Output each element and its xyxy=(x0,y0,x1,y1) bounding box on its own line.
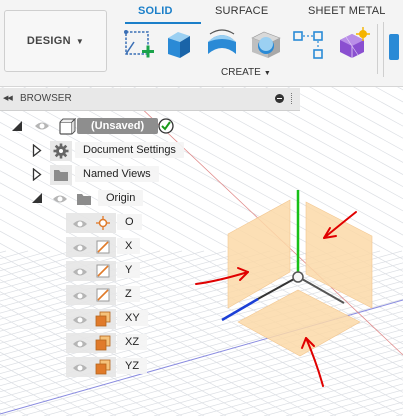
browser-title: BROWSER xyxy=(20,93,72,104)
triangle-collapsed-icon[interactable] xyxy=(32,168,42,181)
browser-item-label: Document Settings xyxy=(75,142,184,158)
plane-icon xyxy=(95,311,111,332)
origin-point-icon xyxy=(95,215,111,236)
create-menu-label: CREATE xyxy=(221,67,261,78)
browser-item-label: YZ xyxy=(117,358,148,374)
origin-child-yz[interactable]: YZ xyxy=(0,357,300,377)
chevron-down-icon: ▼ xyxy=(263,70,271,77)
browser-item-label: O xyxy=(117,214,142,230)
eye-icon[interactable] xyxy=(72,337,88,355)
browser-item-label: XZ xyxy=(117,334,148,350)
active-tab-indicator xyxy=(125,22,201,24)
browser-item-document-settings[interactable]: Document Settings xyxy=(0,141,300,161)
origin-child-xz[interactable]: XZ xyxy=(0,333,300,353)
browser-item-origin[interactable]: Origin xyxy=(0,189,300,209)
browser-item-label: Named Views xyxy=(75,166,159,182)
browser-grip-handle[interactable] xyxy=(291,93,295,104)
tab-solid[interactable]: SOLID xyxy=(138,5,173,17)
tab-surface[interactable]: SURFACE xyxy=(215,5,268,17)
gear-icon xyxy=(53,143,69,159)
component-icon xyxy=(59,118,76,135)
document-name-unsaved: (Unsaved) xyxy=(77,118,159,134)
browser-item-label: Y xyxy=(117,262,141,278)
eye-icon[interactable] xyxy=(72,289,88,307)
browser-root-row[interactable]: (Unsaved) xyxy=(0,117,300,137)
browser-item-named-views[interactable]: Named Views xyxy=(0,165,300,185)
triangle-collapsed-icon[interactable] xyxy=(32,144,42,157)
eye-icon[interactable] xyxy=(72,241,88,259)
axis-icon xyxy=(95,263,111,284)
plane-icon xyxy=(95,335,111,356)
plane-icon xyxy=(95,359,111,380)
axis-icon xyxy=(95,239,111,260)
origin-child-xy[interactable]: XY xyxy=(0,309,300,329)
workspace-switcher-button[interactable]: DESIGN ▼ xyxy=(4,10,107,72)
eye-icon[interactable] xyxy=(72,265,88,283)
chevron-down-icon: ▼ xyxy=(75,36,85,46)
browser-item-label: Z xyxy=(117,286,140,302)
origin-child-z[interactable]: Z xyxy=(0,285,300,305)
extrude-icon[interactable] xyxy=(160,26,196,62)
collapse-browser-icon[interactable]: ◀◀ xyxy=(3,94,13,102)
toolbar-divider xyxy=(377,24,378,74)
create-sketch-icon[interactable] xyxy=(120,26,156,62)
eye-icon[interactable] xyxy=(72,361,88,379)
triangle-expanded-icon[interactable] xyxy=(31,192,43,204)
folder-icon xyxy=(54,170,68,181)
browser-item-label: Origin xyxy=(98,190,144,206)
browser-header: ◀◀ BROWSER xyxy=(0,88,300,111)
minimize-browser-icon[interactable] xyxy=(275,94,284,103)
eye-icon[interactable] xyxy=(72,313,88,331)
create-menu-dropdown[interactable]: CREATE ▼ xyxy=(221,67,271,78)
browser-item-label: XY xyxy=(117,310,148,326)
folder-icon xyxy=(77,194,91,205)
revolve-icon[interactable] xyxy=(204,26,240,62)
triangle-expanded-icon[interactable] xyxy=(11,120,23,132)
eye-icon[interactable] xyxy=(52,193,68,205)
active-checkmark-icon[interactable] xyxy=(158,118,174,134)
eye-icon[interactable] xyxy=(72,217,88,235)
hole-icon[interactable] xyxy=(248,26,284,62)
toolbar: DESIGN ▼ SOLID SURFACE SHEET METAL CREAT… xyxy=(0,0,403,87)
origin-child-x[interactable]: X xyxy=(0,237,300,257)
workspace-label: DESIGN xyxy=(26,35,71,47)
toolbar-next-group xyxy=(383,22,403,77)
eye-icon[interactable] xyxy=(34,120,50,132)
origin-child-y[interactable]: Y xyxy=(0,261,300,281)
tab-sheet-metal[interactable]: SHEET METAL xyxy=(308,5,386,17)
pattern-icon[interactable] xyxy=(290,26,326,62)
browser-item-label: X xyxy=(117,238,141,254)
origin-child-o[interactable]: O xyxy=(0,213,300,233)
xy-plane[interactable] xyxy=(305,201,373,309)
axis-icon xyxy=(95,287,111,308)
create-form-icon[interactable] xyxy=(334,26,370,62)
